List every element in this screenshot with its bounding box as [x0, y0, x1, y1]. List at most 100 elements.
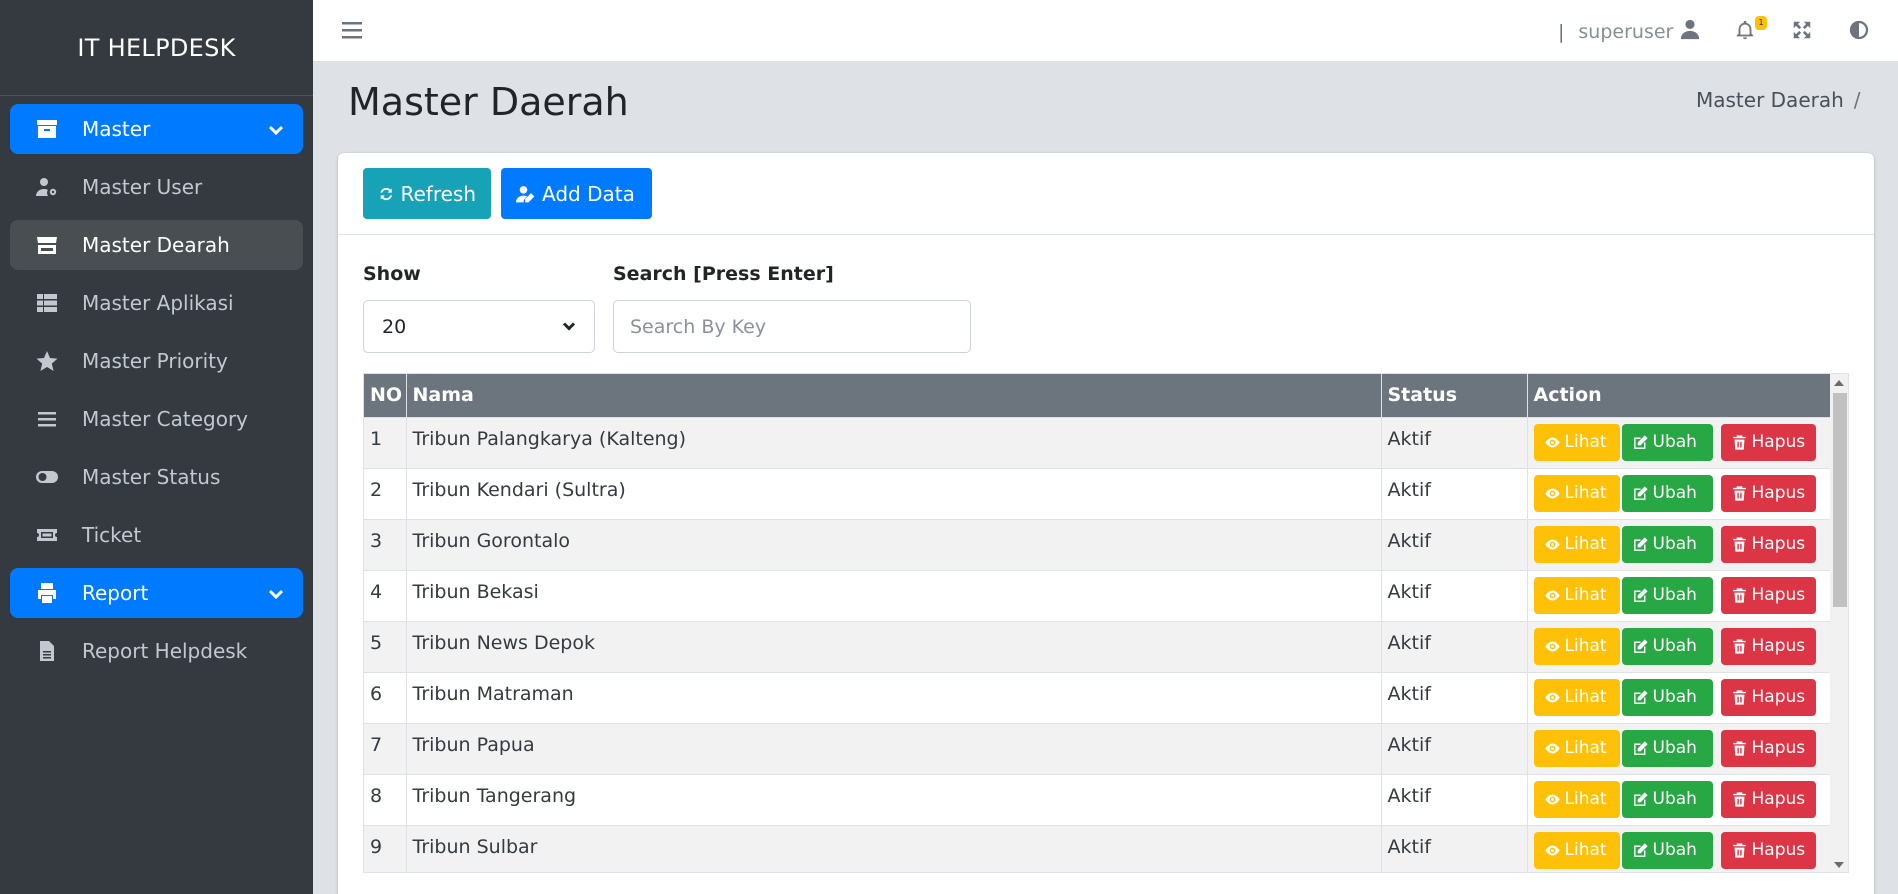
user-icon [1673, 18, 1701, 45]
delete-button[interactable]: Hapus [1720, 678, 1816, 716]
table-body: 1 Tribun Palangkarya (Kalteng) Aktif Lihat U… [364, 416, 1831, 872]
edit-button[interactable]: Ubah [1621, 474, 1713, 512]
page-title: Master Daerah [348, 80, 629, 124]
notification-badge: 1 [1755, 16, 1767, 30]
edit-label: Ubah [1652, 687, 1697, 707]
column-header[interactable]: Status [1381, 374, 1528, 417]
sidebar-item-ticket[interactable]: Ticket [10, 510, 303, 560]
add-data-button[interactable]: Add Data [501, 168, 652, 219]
cell-action: Lihat Ubah Hapus [1527, 773, 1831, 825]
delete-button[interactable]: Hapus [1720, 525, 1816, 563]
chevron-down-icon [267, 584, 285, 602]
edit-button[interactable]: Ubah [1621, 525, 1713, 563]
sidebar-item-master-category[interactable]: Master Category [10, 394, 303, 444]
breadcrumb-separator: / [1853, 88, 1861, 112]
cell-nama: Tribun Bekasi [406, 569, 1382, 621]
bell-icon[interactable] [1734, 19, 1756, 41]
sidebar-item-label: Master User [82, 175, 203, 199]
theme-toggle-icon[interactable] [1848, 19, 1870, 41]
view-button[interactable]: Lihat [1533, 729, 1620, 767]
delete-button[interactable]: Hapus [1720, 780, 1816, 818]
user-menu[interactable]: | superuser [1558, 18, 1701, 45]
sidebar: IT HELPDESK Master Master User Master De… [0, 0, 313, 894]
table-icon [34, 290, 60, 316]
trash-icon [1732, 587, 1746, 603]
trash-icon [1732, 740, 1746, 756]
delete-button[interactable]: Hapus [1720, 831, 1816, 869]
edit-button[interactable]: Ubah [1621, 729, 1713, 767]
cell-no: 8 [364, 773, 407, 825]
star-icon [34, 348, 60, 374]
sidebar-item-master-user[interactable]: Master User [10, 162, 303, 212]
scroll-thumb[interactable] [1833, 393, 1847, 607]
column-header[interactable]: NO [364, 374, 407, 417]
sidebar-item-master-aplikasi[interactable]: Master Aplikasi [10, 278, 303, 328]
view-label: Lihat [1564, 840, 1607, 860]
view-button[interactable]: Lihat [1533, 831, 1620, 869]
sidebar-item-label: Master Dearah [82, 233, 230, 257]
delete-label: Hapus [1751, 636, 1806, 656]
toggle-icon [34, 464, 60, 490]
edit-button[interactable]: Ubah [1621, 576, 1713, 614]
view-label: Lihat [1564, 585, 1607, 605]
edit-icon [1633, 740, 1648, 755]
fullscreen-icon[interactable] [1791, 19, 1813, 41]
sidebar-item-master-status[interactable]: Master Status [10, 452, 303, 502]
sidebar-item-master-priority[interactable]: Master Priority [10, 336, 303, 386]
cell-nama: Tribun Papua [406, 722, 1382, 774]
sidebar-item-report-helpdesk[interactable]: Report Helpdesk [10, 626, 303, 676]
edit-label: Ubah [1652, 789, 1697, 809]
table-row: 9 Tribun Sulbar Aktif Lihat Ubah Hapus [364, 824, 1831, 872]
view-button[interactable]: Lihat [1533, 576, 1620, 614]
sidebar-item-master[interactable]: Master [10, 104, 303, 154]
search-input[interactable] [613, 300, 971, 353]
edit-label: Ubah [1652, 432, 1697, 452]
view-label: Lihat [1564, 789, 1607, 809]
cell-no: 9 [364, 824, 407, 872]
edit-icon [1633, 587, 1648, 602]
cell-no: 5 [364, 620, 407, 672]
view-button[interactable]: Lihat [1533, 627, 1620, 665]
sidebar-item-label: Master Status [82, 465, 221, 489]
delete-button[interactable]: Hapus [1720, 576, 1816, 614]
edit-button[interactable]: Ubah [1621, 678, 1713, 716]
delete-button[interactable]: Hapus [1720, 423, 1816, 461]
scroll-up-arrow[interactable] [1834, 380, 1844, 386]
hamburger-menu-icon[interactable] [341, 18, 363, 42]
delete-button[interactable]: Hapus [1720, 474, 1816, 512]
table-row: 5 Tribun News Depok Aktif Lihat Ubah Hapus [364, 620, 1831, 672]
breadcrumb-item[interactable]: Master Daerah [1696, 88, 1844, 112]
column-header[interactable]: Nama [406, 374, 1382, 417]
show-entries-select[interactable]: 20 [363, 300, 595, 353]
view-label: Lihat [1564, 738, 1607, 758]
view-button[interactable]: Lihat [1533, 678, 1620, 716]
view-button[interactable]: Lihat [1533, 423, 1620, 461]
scroll-down-arrow[interactable] [1834, 862, 1844, 868]
table-scrollbar[interactable] [1830, 374, 1848, 872]
refresh-button[interactable]: Refresh [363, 168, 491, 219]
cell-status: Aktif [1381, 824, 1528, 872]
delete-label: Hapus [1751, 585, 1806, 605]
edit-button[interactable]: Ubah [1621, 831, 1713, 869]
eye-icon [1544, 539, 1560, 549]
sidebar-item-report[interactable]: Report [10, 568, 303, 618]
chevron-down-icon [267, 120, 285, 138]
view-button[interactable]: Lihat [1533, 525, 1620, 563]
delete-button[interactable]: Hapus [1720, 729, 1816, 767]
delete-label: Hapus [1751, 840, 1806, 860]
edit-button[interactable]: Ubah [1621, 627, 1713, 665]
cell-action: Lihat Ubah Hapus [1527, 824, 1831, 872]
view-button[interactable]: Lihat [1533, 780, 1620, 818]
data-table-container: NO Nama Status Action 1 Tribun Palangkary… [363, 373, 1849, 873]
view-label: Lihat [1564, 483, 1607, 503]
edit-label: Ubah [1652, 840, 1697, 860]
edit-label: Ubah [1652, 483, 1697, 503]
view-button[interactable]: Lihat [1533, 474, 1620, 512]
cell-action: Lihat Ubah Hapus [1527, 416, 1831, 468]
edit-button[interactable]: Ubah [1621, 423, 1713, 461]
delete-button[interactable]: Hapus [1720, 627, 1816, 665]
brand-logo-text[interactable]: IT HELPDESK [0, 0, 313, 96]
sidebar-item-master-daerah[interactable]: Master Dearah [10, 220, 303, 270]
edit-button[interactable]: Ubah [1621, 780, 1713, 818]
view-label: Lihat [1564, 687, 1607, 707]
